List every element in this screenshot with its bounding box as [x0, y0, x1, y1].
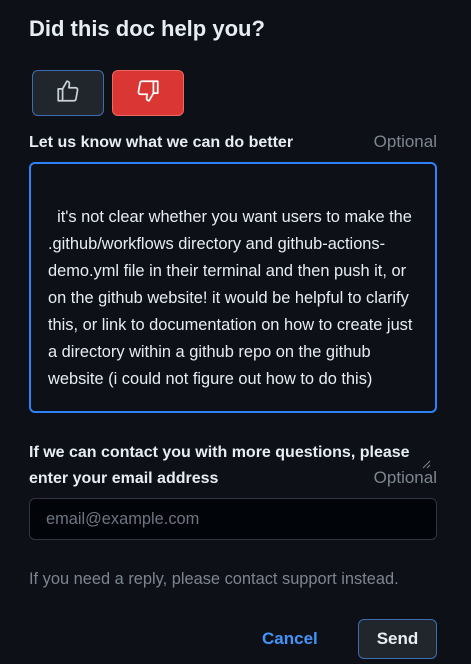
feedback-optional-label: Optional — [373, 132, 437, 151]
feedback-label-row: Let us know what we can do better Option… — [29, 130, 437, 156]
thumbs-up-button[interactable] — [32, 70, 104, 116]
feedback-text: it's not clear whether you want users to… — [48, 208, 417, 388]
thumbs-down-icon — [135, 78, 161, 109]
email-optional-label: Optional — [373, 468, 437, 487]
page-title: Did this doc help you? — [29, 16, 265, 41]
email-label: If we can contact you with more question… — [29, 440, 437, 492]
thumbs-down-button[interactable] — [112, 70, 184, 116]
cancel-button[interactable]: Cancel — [262, 629, 318, 649]
thumbs-up-icon — [55, 78, 81, 109]
support-helper-text: If you need a reply, please contact supp… — [29, 570, 399, 588]
vote-buttons — [32, 70, 184, 116]
resize-handle-icon[interactable] — [421, 397, 431, 469]
feedback-label: Let us know what we can do better — [29, 134, 294, 151]
email-label-line2: enter your email address — [29, 470, 219, 487]
feedback-textarea[interactable]: it's not clear whether you want users to… — [29, 162, 437, 469]
send-button[interactable]: Send — [358, 619, 437, 659]
email-label-line1: If we can contact you with more question… — [29, 444, 410, 461]
email-field[interactable] — [29, 498, 437, 540]
